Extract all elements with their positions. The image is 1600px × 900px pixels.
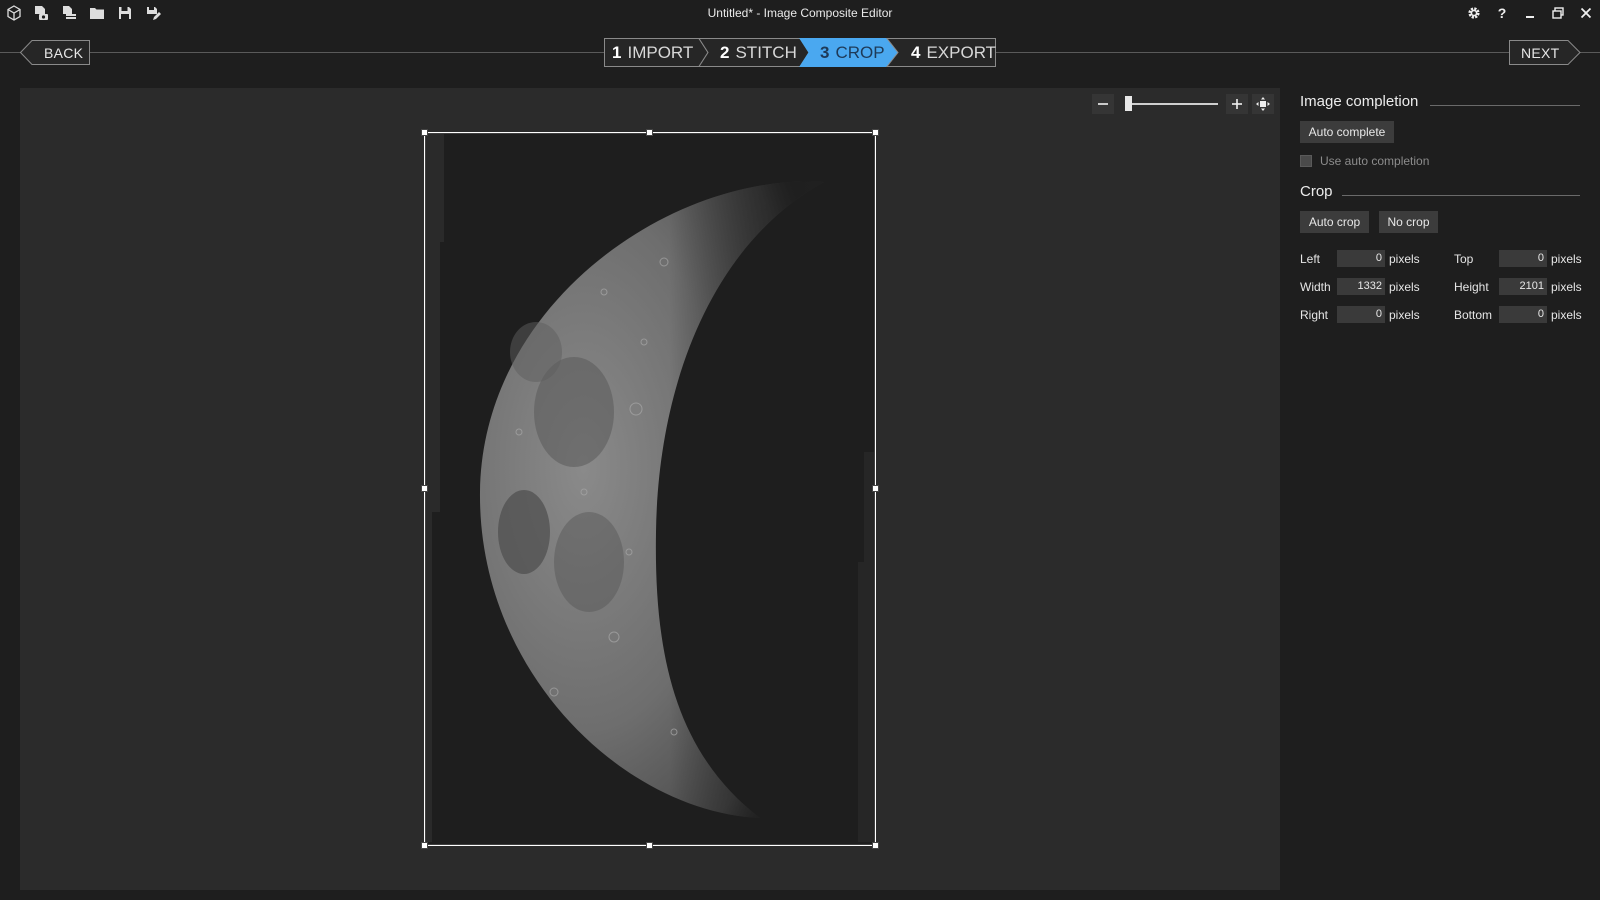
image-completion-title: Image completion bbox=[1300, 93, 1419, 110]
step-export[interactable]: 4 EXPORT bbox=[911, 38, 996, 67]
crop-title: Crop bbox=[1300, 183, 1333, 200]
crop-handle-top-right[interactable] bbox=[872, 129, 879, 136]
step-number: 1 bbox=[612, 42, 622, 62]
no-crop-button[interactable]: No crop bbox=[1379, 211, 1438, 233]
crop-handle-left[interactable] bbox=[421, 485, 428, 492]
right-label: Right bbox=[1300, 308, 1329, 322]
bottom-label: Bottom bbox=[1454, 308, 1493, 322]
auto-crop-button[interactable]: Auto crop bbox=[1300, 211, 1369, 233]
right-input[interactable]: 0 bbox=[1337, 306, 1385, 323]
use-auto-completion-label: Use auto completion bbox=[1320, 154, 1430, 168]
crop-handle-bottom-right[interactable] bbox=[872, 842, 879, 849]
step-number: 2 bbox=[720, 42, 730, 62]
unit-label: pixels bbox=[1389, 308, 1420, 322]
crop-handle-bottom-left[interactable] bbox=[421, 842, 428, 849]
save-as-icon[interactable] bbox=[142, 3, 164, 23]
next-button[interactable]: NEXT bbox=[1509, 40, 1581, 65]
maximize-icon[interactable] bbox=[1546, 3, 1570, 23]
crop-handle-top-left[interactable] bbox=[421, 129, 428, 136]
width-input[interactable]: 1332 bbox=[1337, 278, 1385, 295]
unit-label: pixels bbox=[1551, 280, 1582, 294]
step-stitch[interactable]: 2 STITCH bbox=[720, 38, 797, 67]
step-number: 4 bbox=[911, 42, 921, 62]
step-import[interactable]: 1 IMPORT bbox=[612, 38, 693, 67]
back-button[interactable]: BACK bbox=[20, 40, 90, 65]
width-label: Width bbox=[1300, 280, 1331, 294]
title-bar: Untitled* - Image Composite Editor ? bbox=[0, 0, 1600, 26]
zoom-in-icon[interactable] bbox=[1226, 94, 1248, 114]
settings-icon[interactable] bbox=[1462, 3, 1486, 23]
zoom-control bbox=[1092, 92, 1278, 116]
window-title: Untitled* - Image Composite Editor bbox=[707, 6, 893, 20]
section-divider bbox=[1430, 105, 1580, 106]
back-label: BACK bbox=[44, 45, 84, 61]
bottom-input[interactable]: 0 bbox=[1499, 306, 1547, 323]
auto-complete-button[interactable]: Auto complete bbox=[1300, 121, 1394, 143]
step-number: 3 bbox=[820, 42, 830, 62]
next-label: NEXT bbox=[1521, 45, 1560, 61]
save-icon[interactable] bbox=[114, 3, 136, 23]
height-input[interactable]: 2101 bbox=[1499, 278, 1547, 295]
height-label: Height bbox=[1454, 280, 1489, 294]
unit-label: pixels bbox=[1551, 252, 1582, 266]
checkbox-box[interactable] bbox=[1300, 155, 1312, 167]
zoom-slider-thumb[interactable] bbox=[1125, 96, 1132, 111]
help-icon[interactable]: ? bbox=[1490, 3, 1514, 23]
wizard-steps: 1 IMPORT 2 STITCH 3 CROP 4 EXPORT bbox=[604, 38, 996, 67]
new-stitch-icon[interactable] bbox=[58, 3, 80, 23]
step-label: EXPORT bbox=[926, 42, 997, 62]
stitched-image[interactable] bbox=[421, 129, 879, 849]
app-logo-icon bbox=[3, 3, 25, 23]
step-label: STITCH bbox=[735, 42, 797, 62]
unit-label: pixels bbox=[1389, 252, 1420, 266]
new-panorama-icon[interactable] bbox=[30, 3, 52, 23]
section-divider bbox=[1342, 195, 1580, 196]
top-label: Top bbox=[1454, 252, 1474, 266]
fit-to-window-icon[interactable] bbox=[1252, 94, 1274, 114]
zoom-out-icon[interactable] bbox=[1092, 94, 1114, 114]
crop-settings-panel: Image completion Auto complete Use auto … bbox=[1300, 90, 1590, 390]
minimize-icon[interactable] bbox=[1518, 3, 1542, 23]
step-label: CROP bbox=[835, 42, 885, 62]
unit-label: pixels bbox=[1551, 308, 1582, 322]
zoom-slider[interactable] bbox=[1126, 103, 1218, 105]
open-folder-icon[interactable] bbox=[86, 3, 108, 23]
crop-handle-bottom[interactable] bbox=[646, 842, 653, 849]
use-auto-completion-checkbox[interactable]: Use auto completion bbox=[1300, 154, 1429, 168]
step-crop[interactable]: 3 CROP bbox=[820, 38, 885, 67]
left-label: Left bbox=[1300, 252, 1321, 266]
left-input[interactable]: 0 bbox=[1337, 250, 1385, 267]
crop-handle-top[interactable] bbox=[646, 129, 653, 136]
unit-label: pixels bbox=[1389, 280, 1420, 294]
close-icon[interactable] bbox=[1574, 3, 1598, 23]
step-label: IMPORT bbox=[627, 42, 694, 62]
top-input[interactable]: 0 bbox=[1499, 250, 1547, 267]
crop-handle-right[interactable] bbox=[872, 485, 879, 492]
